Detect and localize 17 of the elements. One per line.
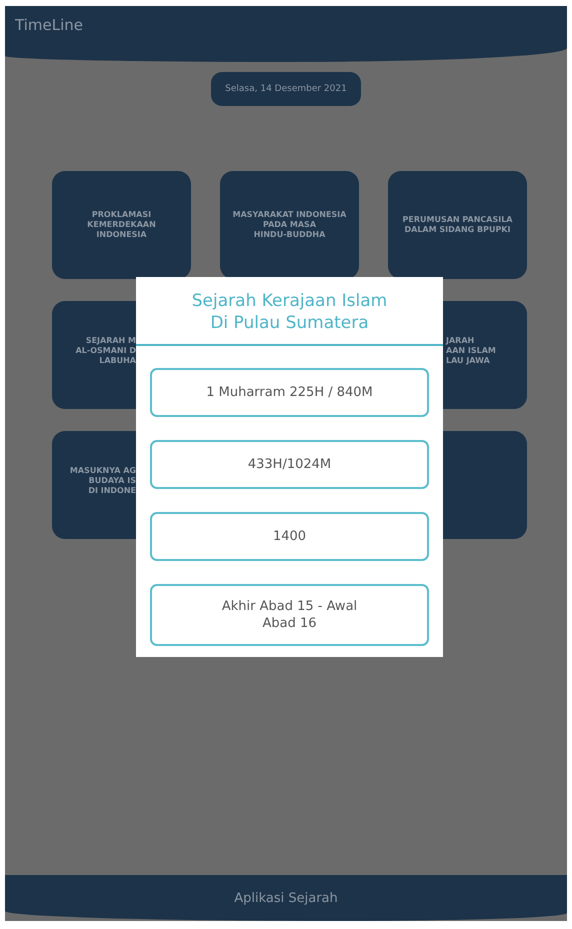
- footer-title: Aplikasi Sejarah: [234, 890, 338, 906]
- card-label: JARAH AAN ISLAM LAU JAWA: [444, 336, 496, 366]
- option-button[interactable]: 1400: [150, 512, 429, 561]
- date-badge: Selasa, 14 Desember 2021: [211, 72, 361, 106]
- card-label: MASYARAKAT INDONESIA PADA MASA HINDU-BUDDHA: [232, 210, 348, 240]
- card-label: MASUKNYA AG BUDAYA IS DI INDONE: [68, 466, 136, 496]
- app-title: TimeLine: [15, 16, 83, 34]
- card-label: PERUMUSAN PANCASILA DALAM SIDANG BPUPKI: [402, 215, 514, 235]
- option-button[interactable]: 1 Muharram 225H / 840M: [150, 368, 429, 417]
- card-label: PROKLAMASI KEMERDEKAAN INDONESIA: [86, 210, 157, 240]
- topic-card[interactable]: PERUMUSAN PANCASILA DALAM SIDANG BPUPKI: [388, 171, 527, 279]
- card-label: SEJARAH M AL-OSMANI D LABUHA: [74, 336, 136, 366]
- topic-card[interactable]: MASYARAKAT INDONESIA PADA MASA HINDU-BUDDHA: [220, 171, 359, 279]
- dialog-title: Sejarah Kerajaan Islam Di Pulau Sumatera: [136, 277, 443, 346]
- topic-card[interactable]: PROKLAMASI KEMERDEKAAN INDONESIA: [52, 171, 191, 279]
- option-button[interactable]: Akhir Abad 15 - Awal Abad 16: [150, 584, 429, 646]
- option-button[interactable]: 433H/1024M: [150, 440, 429, 489]
